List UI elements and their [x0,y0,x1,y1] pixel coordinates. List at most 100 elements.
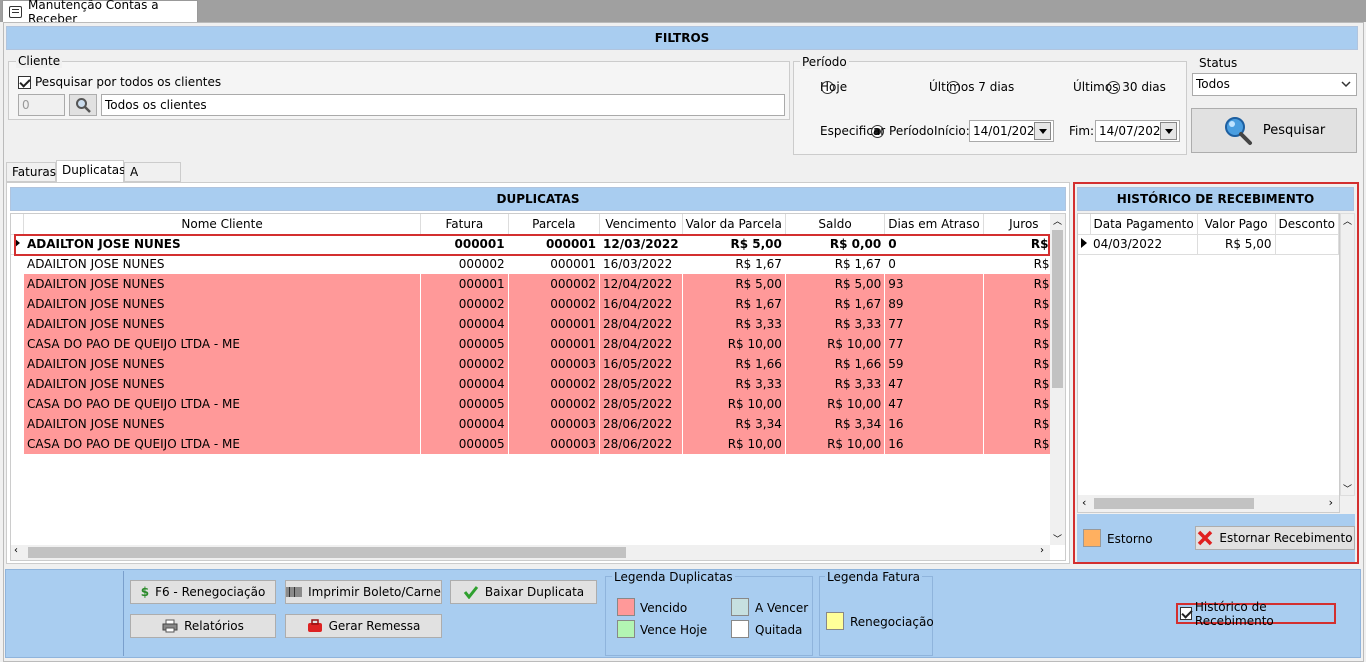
table-row[interactable]: ADAILTON JOSE NUNES 000002 000001 16/03/202… [11,254,1065,274]
table-row[interactable]: CASA DO PAO DE QUEIJO LTDA - ME 000005 000… [11,434,1065,454]
relatorios-button[interactable]: Relatórios [130,614,276,638]
renegociacao-button[interactable]: $ F6 - Renegociação [130,580,276,604]
col-header-nome[interactable]: Nome Cliente [23,214,422,234]
tab-bar: Faturas Duplicatas A Faturar [6,160,306,197]
row-header-corner [1078,214,1091,234]
cell-valor: R$ 1,66 [682,354,786,374]
scroll-down-icon[interactable]: ﹀ [1051,532,1064,545]
baixar-duplicata-button[interactable]: Baixar Duplicata [450,580,597,604]
cell-saldo: R$ 3,33 [785,374,886,394]
estornar-label: Estornar Recebimento [1219,531,1353,545]
tab-a-faturar[interactable]: A Faturar [124,162,181,197]
col-header-data-pagamento[interactable]: Data Pagamento [1090,214,1198,234]
cell-valor: R$ 10,00 [682,394,786,414]
estornar-recebimento-button[interactable]: Estornar Recebimento [1195,526,1355,550]
historico-toggle[interactable]: Histórico de Recebimento [1176,600,1336,628]
table-row[interactable]: 04/03/2022 R$ 5,00 [1078,234,1339,254]
table-row[interactable]: ADAILTON JOSE NUNES 000001 000002 12/04/202… [11,274,1065,294]
scroll-left-icon[interactable]: ‹ [1082,496,1086,509]
ultimos7-label[interactable]: Últimos 7 dias [929,80,1014,94]
scroll-up-icon[interactable]: ︿ [1341,214,1354,227]
status-select[interactable]: Todos [1192,73,1357,96]
table-row[interactable]: CASA DO PAO DE QUEIJO LTDA - ME 000005 000… [11,334,1065,354]
scroll-down-icon[interactable]: ﹀ [1341,482,1354,495]
scroll-thumb[interactable] [28,547,626,558]
client-name-input[interactable]: Todos os clientes [101,94,785,116]
cell-valor: R$ 3,33 [682,314,786,334]
cell-data-pagamento: 04/03/2022 [1090,234,1198,254]
col-header-parcela[interactable]: Parcela [508,214,601,234]
client-search-button[interactable] [69,94,97,116]
red-x-icon [1198,530,1213,546]
scroll-thumb[interactable] [1052,230,1063,388]
cell-parcela: 000002 [508,274,601,294]
all-clients-label[interactable]: Pesquisar por todos os clientes [35,75,221,89]
table-row[interactable]: ADAILTON JOSE NUNES 000004 000002 28/05/202… [11,374,1065,394]
cell-fatura: 000002 [420,254,509,274]
table-row[interactable]: ADAILTON JOSE NUNES 000004 000001 28/04/202… [11,314,1065,334]
window-tab[interactable]: Manutenção Contas a Receber [2,0,198,26]
cell-fatura: 000004 [420,414,509,434]
cell-dias: 47 [884,374,984,394]
client-code-input[interactable]: 0 [18,94,65,116]
calendar-dropdown-icon[interactable] [1160,122,1177,140]
tab-duplicatas[interactable]: Duplicatas [56,160,125,182]
cell-valor: R$ 10,00 [682,334,786,354]
cell-valor: R$ 10,00 [682,434,786,454]
status-legend: Status [1199,56,1238,70]
col-header-vencimento[interactable]: Vencimento [599,214,683,234]
imprimir-boleto-button[interactable]: Imprimir Boleto/Carne [285,580,442,604]
gerar-remessa-button[interactable]: Gerar Remessa [285,614,442,638]
calendar-dropdown-icon[interactable] [1034,122,1051,140]
cell-nome: ADAILTON JOSE NUNES [23,274,422,294]
col-header-valor-pago[interactable]: Valor Pago [1197,214,1276,234]
historico-checkbox[interactable] [1180,607,1192,620]
table-row[interactable]: CASA DO PAO DE QUEIJO LTDA - ME 000005 000… [11,394,1065,414]
inicio-date-value: 14/01/2022 [973,124,1043,138]
table-row[interactable]: ADAILTON JOSE NUNES 000002 000003 16/05/202… [11,354,1065,374]
col-header-valor-parcela[interactable]: Valor da Parcela [682,214,786,234]
cell-saldo: R$ 1,66 [785,354,886,374]
fim-date-picker[interactable]: 14/07/2022 [1095,120,1180,142]
col-header-saldo[interactable]: Saldo [785,214,886,234]
table-row[interactable]: ADAILTON JOSE NUNES 000004 000003 28/06/202… [11,414,1065,434]
inicio-date-picker[interactable]: 14/01/2022 [969,120,1054,142]
vence-hoje-swatch [617,620,635,638]
renegociacao-label: F6 - Renegociação [155,585,266,599]
imprimir-label: Imprimir Boleto/Carne [308,585,441,599]
tab-faturas[interactable]: Faturas [6,162,56,182]
historico-toggle-label[interactable]: Histórico de Recebimento [1195,600,1334,628]
scroll-right-icon[interactable]: › [1329,496,1333,509]
cell-valor: R$ 1,67 [682,294,786,314]
vencido-label: Vencido [640,601,688,615]
search-icon [1224,116,1252,145]
cell-parcela: 000002 [508,394,601,414]
especificar-label[interactable]: Especificar Período [820,124,934,138]
cell-parcela: 000003 [508,354,601,374]
cell-dias: 59 [884,354,984,374]
ultimos30-label[interactable]: Últimos 30 dias [1073,80,1166,94]
historico-grid[interactable]: Data Pagamento Valor Pago Desconto 04/03… [1077,213,1340,513]
cell-saldo: R$ 1,67 [785,254,886,274]
col-header-dias-atraso[interactable]: Dias em Atraso [884,214,984,234]
pesquisar-button[interactable]: Pesquisar [1191,108,1357,153]
hoje-label[interactable]: Hoje [820,80,847,94]
table-row[interactable]: ADAILTON JOSE NUNES 000002 000002 16/04/202… [11,294,1065,314]
horizontal-scrollbar[interactable]: ‹ › [11,545,1050,560]
vertical-scrollbar[interactable]: ︿ ﹀ [1050,214,1065,545]
renegociacao-legend-label: Renegociação [850,615,934,629]
scroll-right-icon[interactable]: › [1040,545,1044,556]
cell-dias: 93 [884,274,984,294]
all-clients-checkbox[interactable] [18,76,31,89]
quitada-label: Quitada [755,623,803,637]
duplicatas-grid[interactable]: Nome Cliente Fatura Parcela Vencimento V… [10,213,1066,561]
col-header-desconto[interactable]: Desconto [1275,214,1339,234]
scroll-up-icon[interactable]: ︿ [1051,214,1064,227]
scroll-left-icon[interactable]: ‹ [14,545,18,556]
scroll-thumb[interactable] [1094,498,1254,509]
window-tab-strip [0,0,1366,22]
col-header-fatura[interactable]: Fatura [420,214,509,234]
cell-saldo: R$ 10,00 [785,334,886,354]
historico-vertical-scrollbar[interactable]: ︿ ﹀ [1340,213,1355,496]
horizontal-scrollbar[interactable]: ‹ › [1078,495,1339,512]
